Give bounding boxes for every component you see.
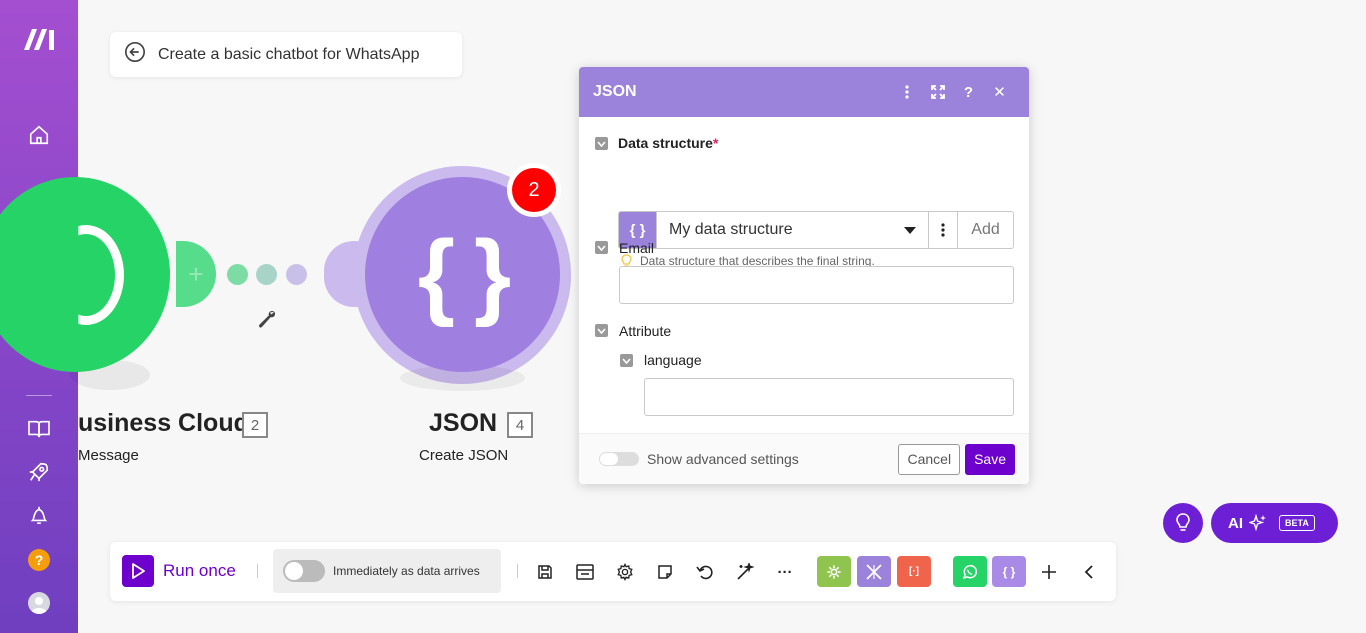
data-structure-options-icon[interactable] <box>928 212 957 248</box>
operations-badge: 2 <box>507 163 561 217</box>
add-module-connector[interactable]: + <box>176 241 216 307</box>
cancel-button[interactable]: Cancel <box>898 443 961 475</box>
save-icon[interactable] <box>532 559 558 585</box>
blueprint-icon[interactable] <box>572 559 598 585</box>
whatsapp-node-title: usiness Cloud <box>78 409 249 437</box>
notes-icon[interactable] <box>652 559 678 585</box>
panel-title: JSON <box>593 83 637 100</box>
json-node-subtitle: Create JSON <box>419 447 509 464</box>
ai-label: AI <box>1228 514 1243 532</box>
data-structure-label: Data structure* <box>618 135 719 151</box>
save-button[interactable]: Save <box>965 443 1015 475</box>
email-field[interactable] <box>619 266 1014 304</box>
route-dot <box>286 264 307 285</box>
make-logo-icon[interactable] <box>22 26 58 52</box>
chevron-down-icon <box>904 227 916 234</box>
home-icon[interactable] <box>20 119 58 151</box>
advanced-settings-toggle[interactable] <box>599 452 639 466</box>
add-data-structure-button[interactable]: Add <box>957 212 1013 248</box>
schedule-label: Immediately as data arrives <box>333 564 480 578</box>
panel-body: Data structure* { } My data structure Ad… <box>579 117 1029 433</box>
close-icon[interactable]: ✕ <box>984 77 1015 107</box>
email-label: Email <box>619 240 655 256</box>
collapse-toolbar-icon[interactable] <box>1076 559 1102 585</box>
run-once-button[interactable]: Run once <box>122 555 236 587</box>
text-parser-module-icon[interactable]: [·] <box>897 556 931 587</box>
ai-assistant-button[interactable]: AI BETA <box>1211 503 1338 543</box>
scenario-title: Create a basic chatbot for WhatsApp <box>158 45 420 63</box>
language-field[interactable] <box>644 378 1014 416</box>
avatar[interactable] <box>20 587 58 619</box>
whatsapp-node-subtitle: Message <box>78 447 139 464</box>
json-node-title: JSON <box>429 409 498 437</box>
play-icon <box>122 555 154 587</box>
expand-icon[interactable] <box>922 77 953 107</box>
help-icon[interactable]: ? <box>20 544 58 576</box>
panel-header: JSON ? ✕ <box>579 67 1029 117</box>
language-collapse-toggle[interactable] <box>620 354 633 367</box>
whatsapp-node-number: 2 <box>242 412 268 438</box>
advanced-settings-label: Show advanced settings <box>647 451 799 467</box>
scenario-title-card: Create a basic chatbot for WhatsApp <box>110 32 462 77</box>
data-structure-field: { } My data structure Add <box>618 211 1014 249</box>
json-module-icon[interactable]: { } <box>992 556 1026 587</box>
whatsapp-module-icon[interactable] <box>953 556 987 587</box>
json-braces-icon: { } <box>417 220 511 328</box>
email-collapse-toggle[interactable] <box>595 241 608 254</box>
route-dot <box>256 264 277 285</box>
undo-icon[interactable] <box>692 559 718 585</box>
flow-control-module-icon[interactable] <box>857 556 891 587</box>
help-question-icon[interactable]: ? <box>953 77 984 107</box>
route-dot <box>227 264 248 285</box>
settings-gear-icon[interactable] <box>612 559 638 585</box>
json-module-panel: JSON ? ✕ Data structure* { } My data str… <box>579 67 1029 484</box>
tips-button[interactable] <box>1163 503 1203 543</box>
run-once-label: Run once <box>163 561 236 580</box>
panel-menu-icon[interactable] <box>891 77 922 107</box>
beta-badge: BETA <box>1279 515 1315 531</box>
schedule-toggle[interactable] <box>283 560 325 582</box>
rocket-icon[interactable] <box>20 456 58 488</box>
more-icon[interactable]: ··· <box>772 559 798 585</box>
attribute-label: Attribute <box>619 323 672 339</box>
wrench-icon[interactable] <box>256 308 278 335</box>
book-icon[interactable] <box>20 413 58 445</box>
toolbar-divider <box>257 564 258 578</box>
bottom-toolbar: Run once Immediately as data arrives ···… <box>110 542 1116 601</box>
language-label: language <box>644 352 702 368</box>
back-arrow-icon[interactable] <box>124 41 146 68</box>
data-structure-select[interactable]: My data structure <box>656 212 928 248</box>
auto-align-wand-icon[interactable] <box>732 559 758 585</box>
required-mark: * <box>712 135 719 151</box>
sparkle-icon <box>1249 514 1266 532</box>
toolbar-divider <box>517 564 518 578</box>
bell-icon[interactable] <box>20 499 58 531</box>
add-module-icon[interactable] <box>1036 559 1062 585</box>
lightbulb-icon <box>1176 513 1190 531</box>
panel-footer: Show advanced settings Cancel Save <box>579 433 1029 484</box>
attribute-collapse-toggle[interactable] <box>595 324 608 337</box>
data-structure-collapse-toggle[interactable] <box>595 137 608 150</box>
sidebar-divider <box>26 395 52 396</box>
tools-module-icon[interactable] <box>817 556 851 587</box>
json-node-number: 4 <box>507 412 533 438</box>
schedule-control[interactable]: Immediately as data arrives <box>273 549 501 593</box>
